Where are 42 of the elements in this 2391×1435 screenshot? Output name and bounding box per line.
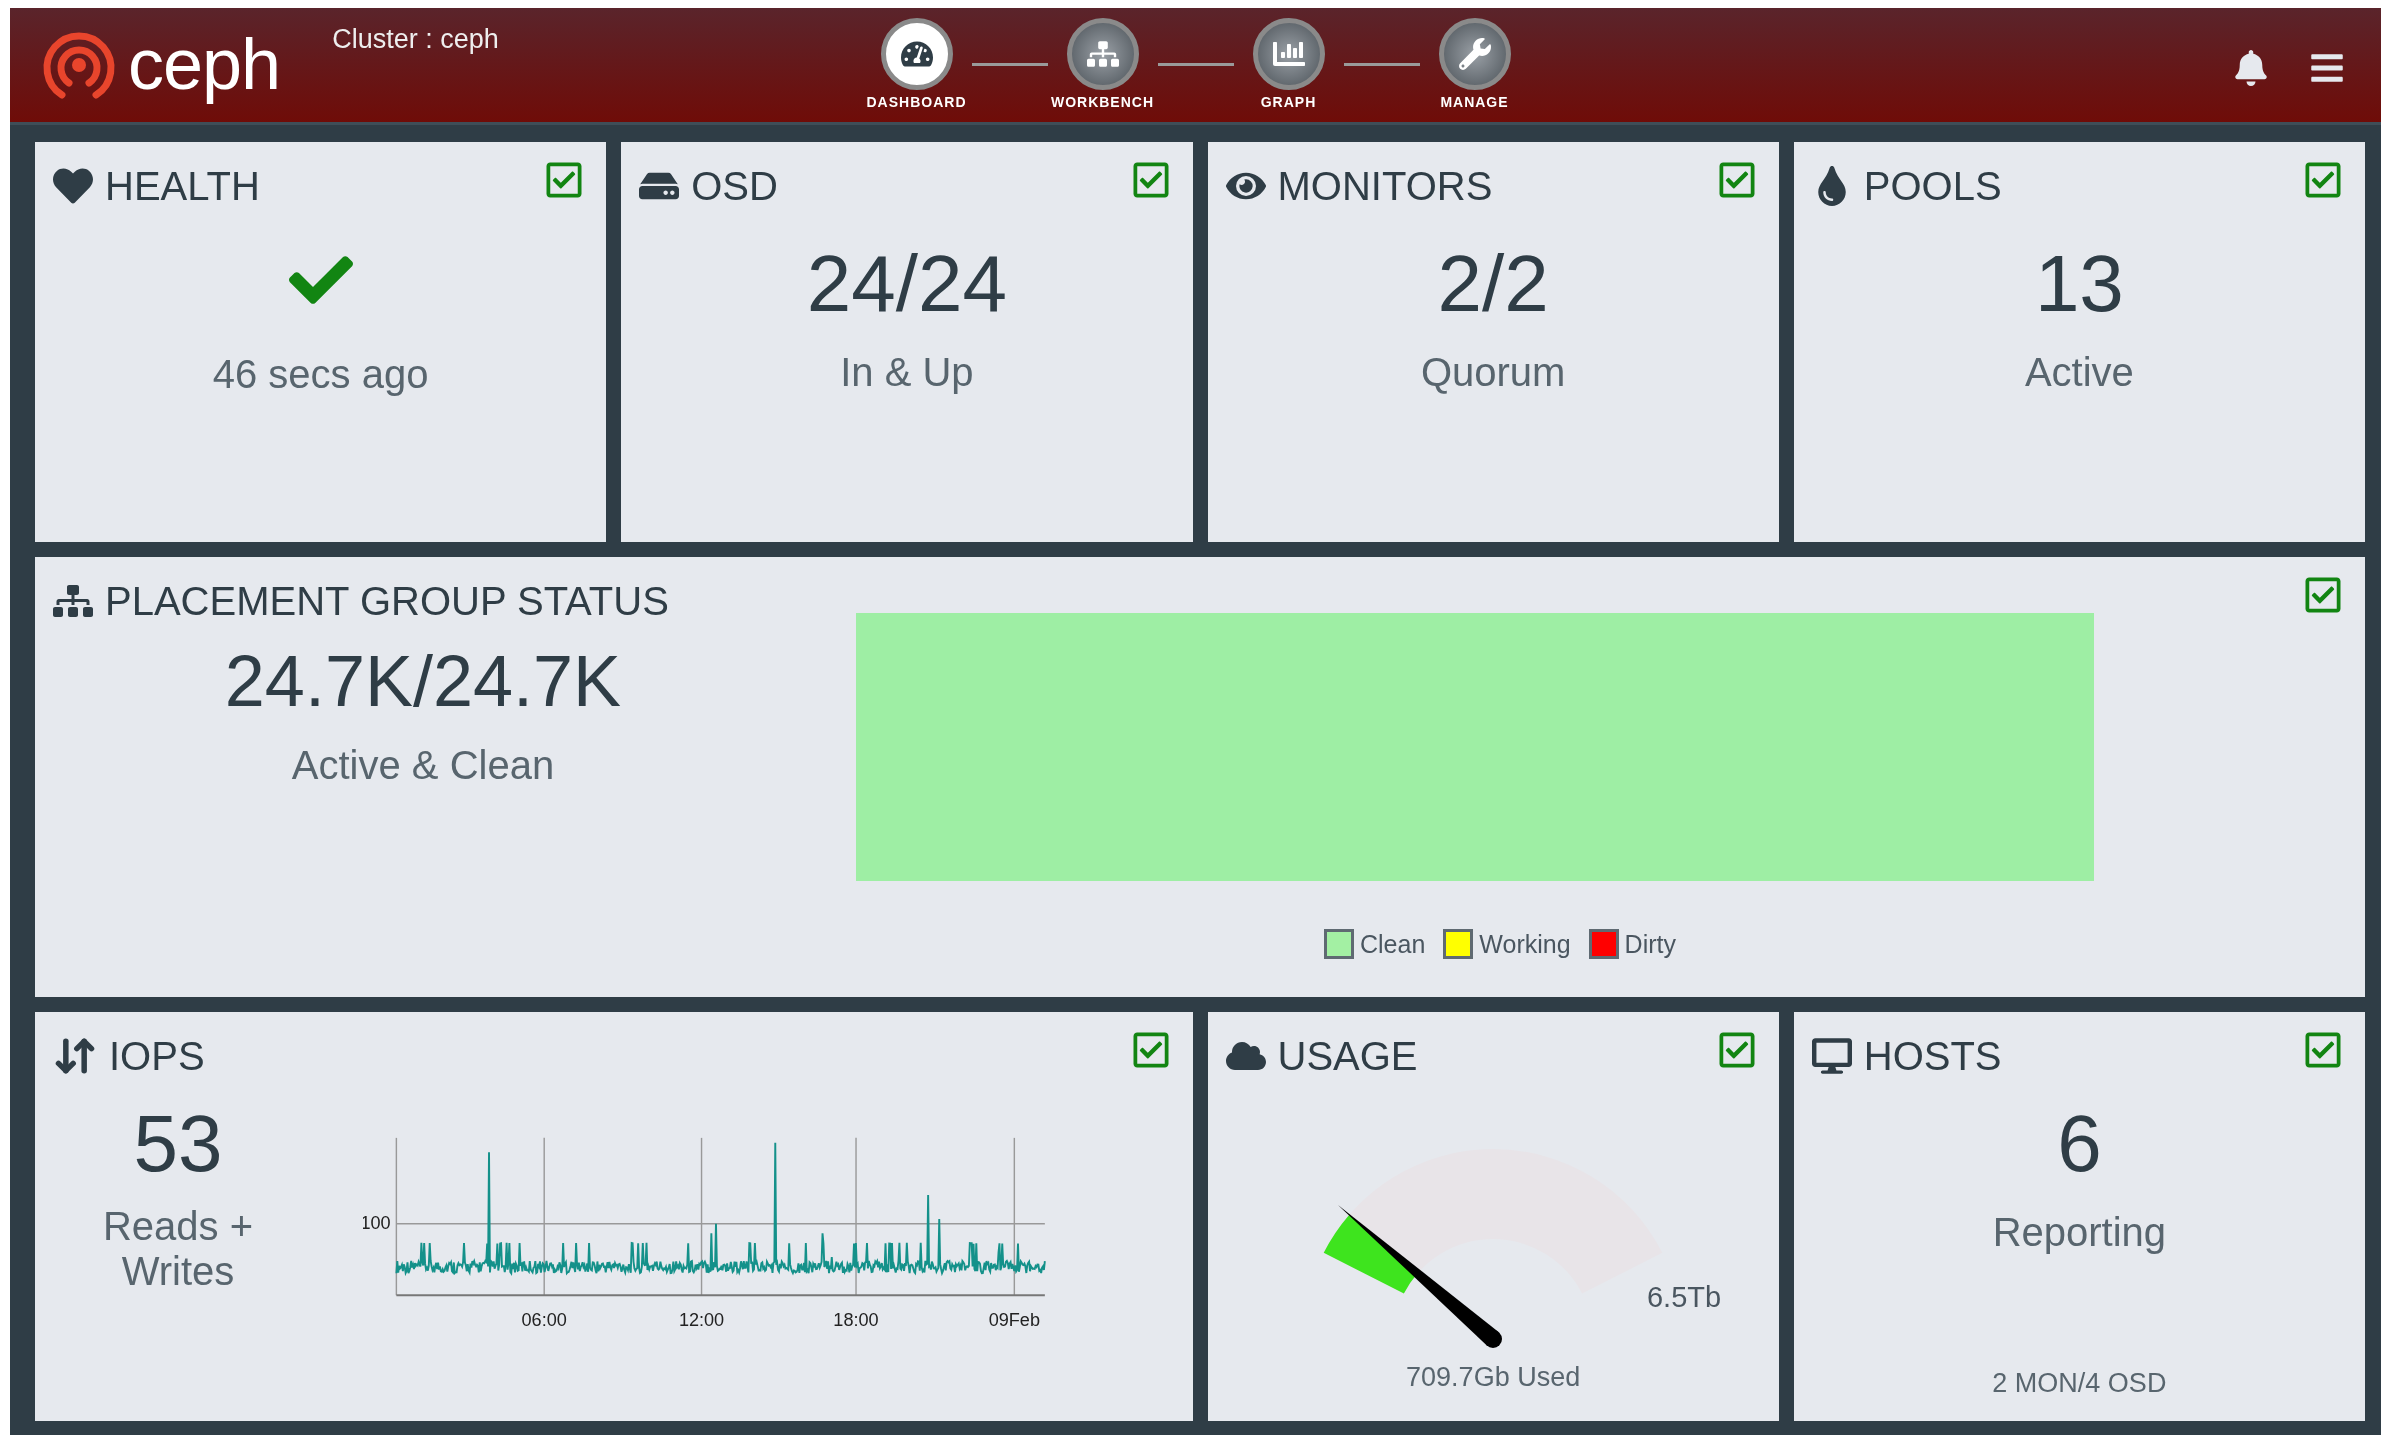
card-caption: Reads + Writes bbox=[101, 1204, 255, 1294]
card-value: 6 bbox=[2057, 1104, 2102, 1184]
wrench-icon bbox=[1458, 38, 1491, 70]
card-value: 53 bbox=[133, 1104, 223, 1184]
checkbox[interactable] bbox=[2303, 1030, 2343, 1070]
notifications-icon[interactable] bbox=[2233, 50, 2269, 86]
card-title: USAGE bbox=[1277, 1033, 1418, 1079]
cluster-label: Cluster : ceph bbox=[332, 24, 499, 55]
card-title: HOSTS bbox=[1863, 1033, 2002, 1079]
card-caption: 46 secs ago bbox=[212, 352, 429, 397]
axis-label: 06:00 bbox=[521, 1309, 567, 1330]
logo-text: ceph bbox=[128, 24, 281, 104]
capacity-label: 6.5Tb bbox=[1646, 1281, 1722, 1314]
card-caption: Active bbox=[2024, 350, 2134, 395]
card-title: OSD bbox=[691, 163, 778, 209]
card-title: MONITORS bbox=[1277, 163, 1493, 209]
card-value: 13 bbox=[2034, 244, 2124, 324]
monitor-icon bbox=[1811, 1036, 1852, 1076]
card-title: POOLS bbox=[1863, 163, 2002, 209]
legend-label: Working bbox=[1479, 929, 1571, 959]
hierarchy-icon bbox=[1086, 38, 1119, 70]
axis-label: 18:00 bbox=[833, 1309, 879, 1330]
card-footer: 2 MON/4 OSD bbox=[1992, 1368, 2167, 1405]
card-title: PLACEMENT GROUP STATUS bbox=[105, 578, 669, 624]
checkbox[interactable] bbox=[544, 160, 585, 200]
heart-icon bbox=[53, 166, 93, 206]
card-value: 24.7K/24.7K bbox=[224, 645, 622, 717]
card-value: 2/2 bbox=[1437, 244, 1549, 324]
card-title: IOPS bbox=[109, 1033, 205, 1079]
card-caption: Active & Clean bbox=[291, 743, 555, 788]
axis-label: 09Feb bbox=[988, 1309, 1040, 1330]
legend-label: Dirty bbox=[1624, 929, 1676, 959]
card-caption: Reporting bbox=[1992, 1210, 2167, 1255]
usage-caption: 709.7Gb Used bbox=[1406, 1362, 1581, 1393]
card-title: HEALTH bbox=[105, 163, 260, 209]
checkbox[interactable] bbox=[2303, 575, 2343, 615]
checkbox[interactable] bbox=[2303, 160, 2343, 200]
legend-label: Clean bbox=[1360, 929, 1426, 959]
card-value: 24/24 bbox=[806, 244, 1007, 324]
card-caption: Quorum bbox=[1420, 350, 1566, 395]
card-caption: In & Up bbox=[840, 350, 974, 395]
axis-label: 12:00 bbox=[678, 1309, 725, 1330]
